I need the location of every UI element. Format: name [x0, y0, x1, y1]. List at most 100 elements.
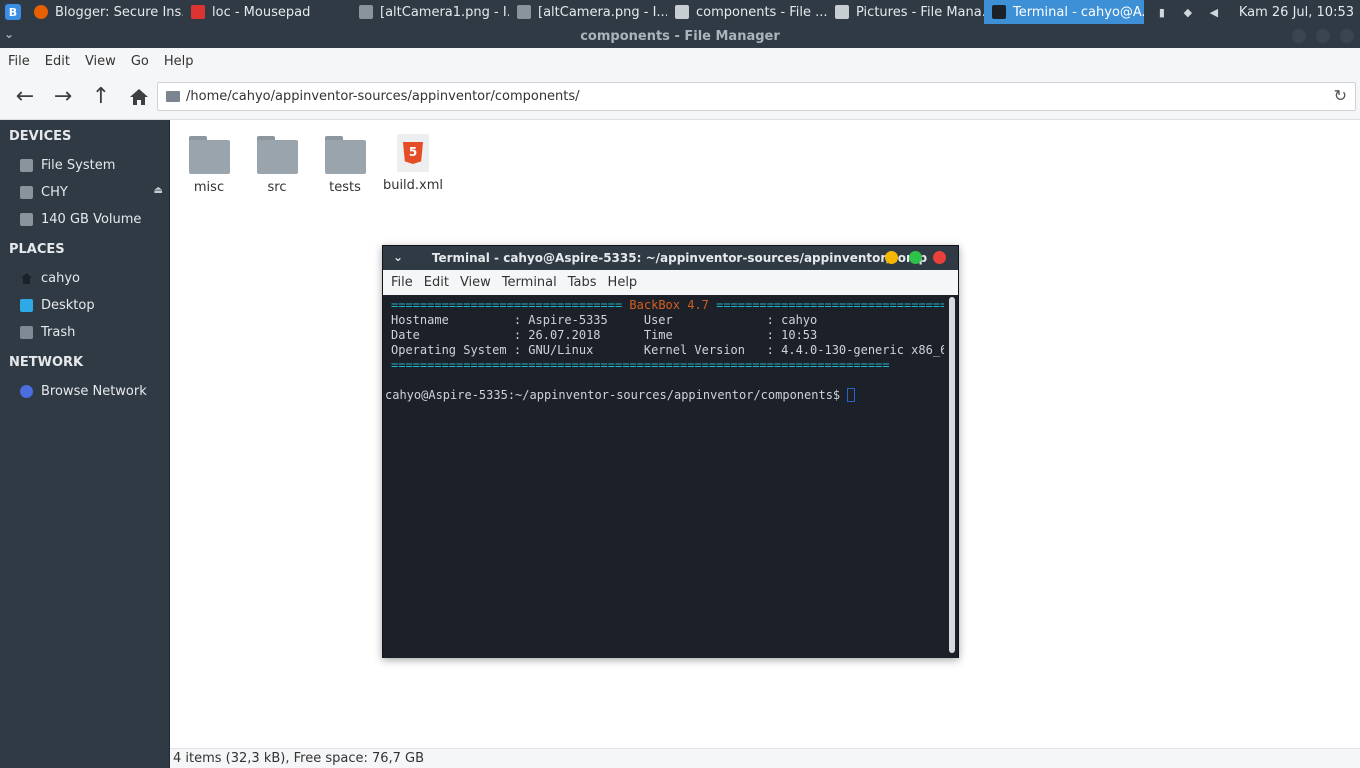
sidebar-item-cahyo[interactable]: cahyo: [0, 265, 169, 292]
terminal-icon: [992, 5, 1006, 19]
sidebar-item-label: Desktop: [41, 298, 95, 313]
app-menu-button[interactable]: B: [0, 0, 26, 24]
file-name: tests: [329, 180, 361, 195]
terminal-output[interactable]: ================================ BackBox…: [383, 295, 946, 658]
taskbar-task-label: loc - Mousepad: [212, 4, 311, 20]
reload-icon[interactable]: ↻: [1334, 86, 1347, 105]
menu-file[interactable]: File: [8, 54, 38, 69]
toolbar: ← → ↑ /home/cahyo/appinventor-sources/ap…: [0, 74, 1360, 120]
taskbar-task-label: [altCamera1.png - I...: [380, 4, 509, 20]
eject-icon[interactable]: ⏏: [154, 185, 163, 196]
menu-edit[interactable]: Edit: [45, 54, 78, 69]
wifi-icon[interactable]: ◆: [1181, 5, 1195, 19]
menu-go[interactable]: Go: [131, 54, 157, 69]
taskbar-task[interactable]: components - File ...: [667, 0, 827, 24]
taskbar-task-label: components - File ...: [696, 4, 827, 20]
backbox-logo-icon: B: [5, 4, 21, 20]
folder-icon: [166, 91, 180, 102]
window-controls: [1282, 29, 1354, 43]
menubar: File Edit View Go Help: [0, 48, 1360, 74]
file-item-tests[interactable]: tests: [310, 136, 380, 195]
battery-icon[interactable]: ▮: [1155, 5, 1169, 19]
maximize-button[interactable]: [909, 251, 922, 264]
taskbar-task[interactable]: loc - Mousepad: [183, 0, 351, 24]
location-bar[interactable]: /home/cahyo/appinventor-sources/appinven…: [157, 82, 1356, 111]
task-list: Blogger: Secure Ins... loc - Mousepad [alt…: [26, 0, 1144, 24]
sidebar-item-trash[interactable]: Trash: [0, 319, 169, 346]
file-item-src[interactable]: src: [242, 136, 312, 195]
taskbar-task[interactable]: [altCamera1.png - I...: [351, 0, 509, 24]
divider-line: ========================================…: [391, 358, 890, 372]
terminal-title: Terminal - cahyo@Aspire-5335: ~/appinven…: [431, 251, 928, 265]
folder-icon: [675, 5, 689, 19]
firefox-icon: [34, 5, 48, 19]
home-icon: [130, 88, 148, 105]
taskbar-task-label: [altCamera.png - I...: [538, 4, 667, 20]
home-button[interactable]: [120, 79, 158, 115]
taskbar-task-label: Pictures - File Mana...: [856, 4, 984, 20]
taskbar-task[interactable]: Pictures - File Mana...: [827, 0, 984, 24]
terminal-menu-help[interactable]: Help: [608, 275, 638, 290]
maximize-button[interactable]: [1316, 29, 1330, 43]
sidebar-item-file-system[interactable]: File System: [0, 152, 169, 179]
info-line: Operating System : GNU/Linux Kernel Vers…: [391, 343, 946, 357]
menu-view[interactable]: View: [85, 54, 124, 69]
clock[interactable]: Kam 26 Jul, 10:53: [1227, 5, 1360, 20]
terminal-menu-view[interactable]: View: [460, 275, 491, 290]
terminal-menu-edit[interactable]: Edit: [424, 275, 449, 290]
banner-title: BackBox 4.7: [629, 298, 709, 312]
terminal-scrollbar[interactable]: [944, 295, 958, 658]
sidebar-item-label: Browse Network: [41, 384, 147, 399]
sidebar-header-places: PLACES: [9, 242, 65, 257]
html5-file-icon: 5: [397, 134, 429, 172]
home-icon: [21, 273, 32, 284]
prompt-line: cahyo@Aspire-5335:~/appinventor-sources/…: [385, 388, 946, 403]
terminal-window-controls: [874, 251, 946, 264]
terminal-menubar: File Edit View Terminal Tabs Help: [383, 270, 958, 295]
folder-icon: [256, 136, 298, 174]
menu-help[interactable]: Help: [164, 54, 202, 69]
arrow-left-icon: ←: [15, 84, 35, 109]
terminal-titlebar[interactable]: ⌄ Terminal - cahyo@Aspire-5335: ~/appinv…: [383, 246, 958, 270]
terminal-window[interactable]: ⌄ Terminal - cahyo@Aspire-5335: ~/appinv…: [382, 245, 959, 658]
status-bar: 4 items (32,3 kB), Free space: 76,7 GB: [170, 748, 1360, 768]
text-editor-icon: [191, 5, 205, 19]
file-item-misc[interactable]: misc: [174, 136, 244, 195]
sidebar-item-chy[interactable]: CHY ⏏: [0, 179, 169, 206]
file-item-build-xml[interactable]: 5 build.xml: [378, 134, 448, 193]
terminal-menu-tabs[interactable]: Tabs: [568, 275, 597, 290]
window-titlebar[interactable]: ⌄ components - File Manager: [0, 24, 1360, 48]
taskbar-task-label: Blogger: Secure Ins...: [55, 4, 183, 20]
folder-icon: [324, 136, 366, 174]
terminal-menu-file[interactable]: File: [391, 275, 413, 290]
close-button[interactable]: [933, 251, 946, 264]
terminal-menu-terminal[interactable]: Terminal: [502, 275, 557, 290]
volume-icon[interactable]: ◀: [1207, 5, 1221, 19]
folder-icon: [835, 5, 849, 19]
window-menu-icon[interactable]: ⌄: [4, 27, 14, 41]
window-title: components - File Manager: [580, 28, 780, 44]
up-button[interactable]: ↑: [82, 79, 120, 115]
sidebar-item-desktop[interactable]: Desktop: [0, 292, 169, 319]
taskbar-task[interactable]: Terminal - cahyo@A...: [984, 0, 1144, 24]
folder-icon: [188, 136, 230, 174]
back-button[interactable]: ←: [6, 79, 44, 115]
taskbar-task[interactable]: [altCamera.png - I...: [509, 0, 667, 24]
taskbar-task[interactable]: Blogger: Secure Ins...: [26, 0, 183, 24]
scrollbar-thumb[interactable]: [949, 297, 955, 653]
drive-icon: [20, 186, 33, 199]
sidebar-header-devices: DEVICES: [9, 129, 72, 144]
sidebar-item-label: cahyo: [41, 271, 80, 286]
minimize-button[interactable]: [1292, 29, 1306, 43]
trash-icon: [20, 326, 33, 339]
sidebar: DEVICES File System CHY ⏏ 140 GB Volume …: [0, 120, 170, 768]
sidebar-item-label: 140 GB Volume: [41, 212, 142, 227]
minimize-button[interactable]: [885, 251, 898, 264]
file-name: misc: [193, 180, 225, 195]
close-button[interactable]: [1340, 29, 1354, 43]
sidebar-item-140gb-volume[interactable]: 140 GB Volume: [0, 206, 169, 233]
sidebar-item-browse-network[interactable]: Browse Network: [0, 378, 169, 405]
forward-button[interactable]: →: [44, 79, 82, 115]
cursor: [847, 388, 856, 402]
window-menu-icon[interactable]: ⌄: [393, 250, 403, 264]
